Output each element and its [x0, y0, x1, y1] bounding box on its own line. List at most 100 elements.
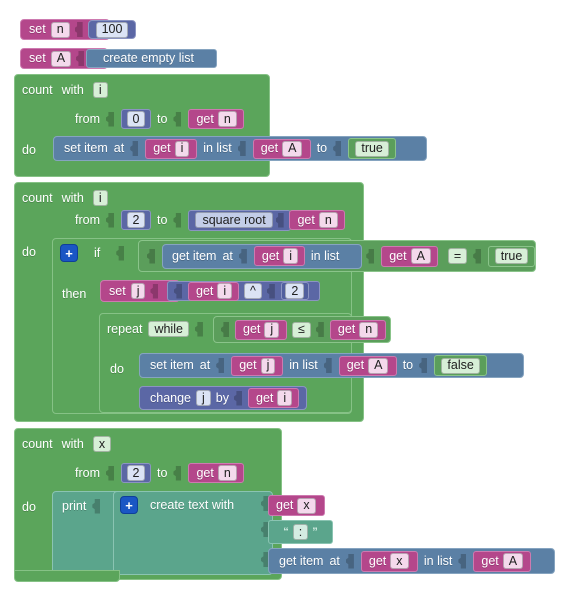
- block-number-100[interactable]: 100: [88, 20, 136, 39]
- block-power[interactable]: get i ^ 2: [167, 281, 320, 301]
- at-label: at: [222, 248, 233, 263]
- boolean-field[interactable]: true: [355, 140, 389, 157]
- loop-variable-field-i[interactable]: i: [92, 190, 108, 206]
- variable-field-i[interactable]: i: [217, 283, 233, 299]
- block-get-n[interactable]: get n: [289, 210, 346, 230]
- variable-field-x[interactable]: x: [390, 553, 409, 569]
- if-label: if: [94, 245, 101, 260]
- block-get-n[interactable]: get n: [329, 319, 386, 340]
- block-square-root[interactable]: square root: [188, 209, 292, 231]
- block-get-A[interactable]: get A: [252, 138, 311, 159]
- variable-field-j[interactable]: j: [264, 321, 280, 338]
- block-compare-lte[interactable]: get j ≤ get n: [213, 316, 391, 343]
- left-operand-socket: [147, 248, 155, 264]
- block-get-item-1[interactable]: get item at get i in list: [162, 243, 363, 269]
- variable-field-A[interactable]: A: [282, 140, 303, 157]
- comparison-operator-dropdown[interactable]: =: [448, 248, 468, 264]
- set-item-label: set item: [150, 358, 194, 373]
- with-label: with: [61, 82, 84, 97]
- block-number-2[interactable]: 2: [280, 282, 309, 300]
- mutator-plus-icon[interactable]: +: [60, 244, 78, 262]
- print-label: print: [62, 498, 87, 513]
- variable-field-A[interactable]: A: [410, 248, 431, 264]
- block-get-j[interactable]: get j: [231, 355, 284, 376]
- block-change-j[interactable]: change j by get i: [139, 386, 307, 410]
- get-label: get: [196, 283, 214, 298]
- create-empty-list-label: create empty list: [103, 51, 195, 66]
- block-create-empty-list[interactable]: create empty list: [86, 49, 217, 68]
- block-get-item-2[interactable]: get item at get x in list get A: [268, 548, 555, 574]
- loop2-range-row: from 2 to square root get n: [75, 208, 365, 232]
- variable-field-i[interactable]: i: [174, 140, 190, 157]
- close-quote-glyph: ”: [312, 525, 318, 538]
- block-get-j[interactable]: get j: [235, 319, 287, 340]
- variable-field-i[interactable]: i: [283, 248, 299, 264]
- variable-field-A[interactable]: A: [502, 553, 524, 569]
- variable-field-n[interactable]: n: [217, 465, 237, 481]
- list-socket: [323, 358, 332, 373]
- variable-field-x[interactable]: x: [297, 497, 316, 514]
- blockly-workspace[interactable]: set n 100 set A create empty list count …: [0, 0, 576, 615]
- block-text-string[interactable]: “ : ”: [268, 520, 333, 544]
- block-compare-equals[interactable]: get item at get i in list get A = true: [138, 240, 536, 272]
- block-number-2[interactable]: 2: [121, 463, 151, 483]
- block-get-i[interactable]: get i: [253, 246, 305, 266]
- loop3-do-label: do: [22, 500, 36, 514]
- block-set-item-2[interactable]: set item at get j in list get A to false: [139, 353, 524, 378]
- variable-field-A[interactable]: A: [50, 50, 72, 67]
- block-true-2[interactable]: true: [488, 245, 535, 267]
- number-field[interactable]: 2: [285, 283, 305, 299]
- repeat-mode-dropdown[interactable]: while: [148, 321, 189, 337]
- variable-field-j[interactable]: j: [196, 390, 211, 406]
- value-socket: [333, 141, 342, 156]
- block-get-A[interactable]: get A: [473, 550, 532, 572]
- variable-field-j[interactable]: j: [130, 283, 146, 299]
- variable-field-n[interactable]: n: [217, 111, 237, 127]
- block-get-A[interactable]: get A: [338, 355, 397, 376]
- block-number-0[interactable]: 0: [121, 109, 151, 129]
- exponent-socket: [266, 283, 275, 299]
- variable-field-n[interactable]: n: [318, 212, 338, 228]
- block-get-i[interactable]: get i: [248, 388, 299, 408]
- block-true-1[interactable]: true: [348, 138, 397, 159]
- condition-socket: [116, 245, 125, 261]
- number-field[interactable]: 2: [126, 212, 146, 228]
- amount-socket: [234, 390, 242, 406]
- power-operator-dropdown[interactable]: ^: [244, 283, 262, 299]
- count-label: count: [22, 190, 53, 205]
- variable-field-n[interactable]: n: [50, 21, 70, 38]
- block-get-i[interactable]: get i: [188, 281, 239, 301]
- block-set-item-1[interactable]: set item at get i in list get A to true: [53, 136, 427, 161]
- text-field[interactable]: :: [292, 524, 309, 540]
- number-field[interactable]: 100: [95, 21, 129, 38]
- create-text-label: create text with: [150, 497, 235, 512]
- block-get-x-2[interactable]: get x: [360, 550, 418, 572]
- comparison-operator-dropdown[interactable]: ≤: [292, 321, 311, 338]
- base-socket: [174, 283, 182, 299]
- block-number-2[interactable]: 2: [121, 210, 151, 230]
- variable-field-i[interactable]: i: [277, 390, 293, 406]
- get-label: get: [239, 358, 257, 373]
- number-field[interactable]: 0: [126, 111, 146, 127]
- loop1-do-label: do: [22, 143, 36, 157]
- math-op-dropdown[interactable]: square root: [195, 212, 273, 228]
- block-get-n[interactable]: get n: [188, 463, 245, 483]
- block-get-x-1[interactable]: get x: [268, 495, 325, 516]
- block-false[interactable]: false: [434, 355, 488, 376]
- repeat-do-label: do: [110, 362, 124, 376]
- mutator-plus-icon[interactable]: +: [120, 496, 138, 514]
- variable-field-j[interactable]: j: [260, 357, 276, 374]
- from-label: from: [75, 465, 100, 480]
- boolean-field[interactable]: false: [441, 357, 480, 374]
- variable-field-A[interactable]: A: [368, 357, 389, 374]
- block-get-i[interactable]: get i: [145, 138, 198, 159]
- loop-variable-field-i[interactable]: i: [92, 82, 108, 98]
- to-socket: [173, 111, 182, 127]
- block-get-n[interactable]: get n: [188, 109, 245, 129]
- loop-variable-field-x[interactable]: x: [92, 436, 112, 452]
- number-field[interactable]: 2: [126, 465, 146, 481]
- variable-field-n[interactable]: n: [359, 321, 379, 338]
- index-socket: [345, 553, 354, 569]
- boolean-field[interactable]: true: [494, 248, 529, 264]
- block-get-A[interactable]: get A: [381, 245, 439, 267]
